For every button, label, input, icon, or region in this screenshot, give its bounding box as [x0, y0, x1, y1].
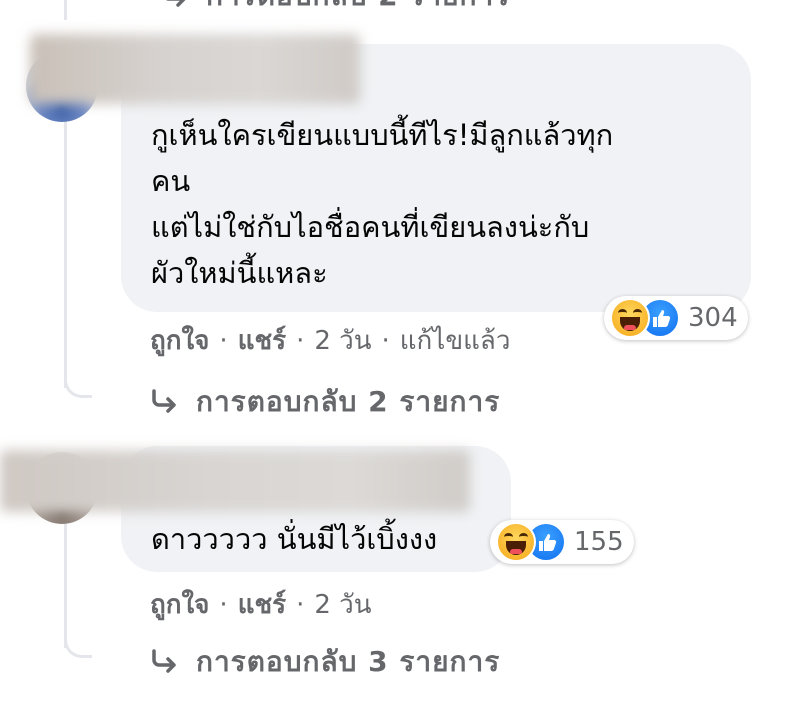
comment-text: กูเห็นใครเขียนแบบนี้ทีไร!มีลูกแล้วทุก คน…	[151, 118, 614, 290]
replies-label: การตอบกลับ 3 รายการ	[196, 645, 501, 678]
edited-label[interactable]: แก้ไขแล้ว	[400, 320, 511, 361]
haha-icon	[610, 298, 650, 338]
haha-icon	[496, 522, 536, 562]
like-button[interactable]: ถูกใจ	[150, 320, 209, 361]
view-replies-link[interactable]: การตอบกลับ 2 รายการ	[150, 380, 500, 424]
separator: ·	[381, 325, 390, 356]
separator: ·	[219, 589, 228, 620]
separator: ·	[296, 589, 305, 620]
view-replies-link[interactable]: การตอบกลับ 3 รายการ	[150, 640, 500, 684]
reactions-summary[interactable]: 304	[604, 296, 748, 340]
comment-thread: การตอบกลับ 2 รายการ กูเห็นใครเขียนแบบนี้…	[0, 0, 800, 703]
blurred-author-name[interactable]	[0, 450, 470, 512]
reaction-count: 304	[688, 303, 738, 333]
separator: ·	[219, 325, 228, 356]
separator: ·	[296, 325, 305, 356]
thread-line	[64, 520, 67, 648]
comment-actions: ถูกใจ · แชร์ · 2 วัน · แก้ไขแล้ว	[150, 320, 510, 361]
share-button[interactable]: แชร์	[238, 320, 286, 361]
timestamp-link[interactable]: 2 วัน	[314, 320, 371, 361]
like-button[interactable]: ถูกใจ	[150, 584, 209, 625]
reply-arrow-icon	[150, 649, 180, 675]
reply-arrow-icon	[160, 0, 190, 9]
thread-curve	[64, 632, 92, 658]
thread-curve	[64, 372, 92, 398]
view-replies-link[interactable]: การตอบกลับ 2 รายการ	[160, 0, 510, 18]
share-button[interactable]: แชร์	[238, 584, 286, 625]
comment-actions: ถูกใจ · แชร์ · 2 วัน	[150, 584, 372, 625]
replies-label: การตอบกลับ 2 รายการ	[196, 385, 501, 418]
reaction-count: 155	[574, 527, 624, 557]
replies-label: การตอบกลับ 2 รายการ	[206, 0, 510, 18]
thread-line	[64, 110, 67, 388]
reactions-summary[interactable]: 155	[490, 520, 634, 564]
timestamp-link[interactable]: 2 วัน	[314, 584, 371, 625]
reply-arrow-icon	[150, 389, 180, 415]
thread-line	[64, 0, 67, 20]
blurred-author-name[interactable]	[30, 34, 360, 104]
comment-text: ดาววววว นั่นมีไว้เบิ้งงง	[151, 522, 438, 556]
